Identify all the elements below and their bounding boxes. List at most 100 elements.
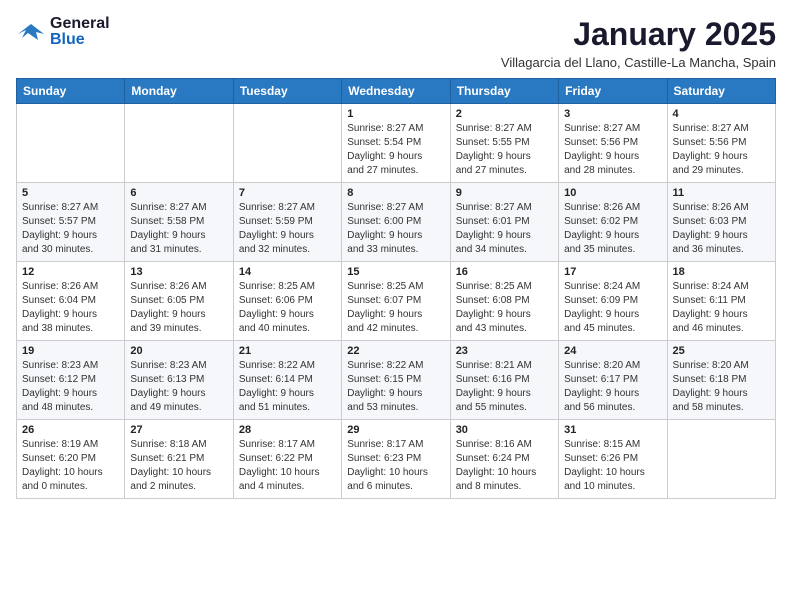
calendar-cell: 21 Sunrise: 8:22 AM Sunset: 6:14 PM Dayli… (233, 341, 341, 420)
calendar-cell (125, 104, 233, 183)
title-block: January 2025 Villagarcia del Llano, Cast… (501, 16, 776, 70)
cell-content: Sunrise: 8:21 AM Sunset: 6:16 PM Dayligh… (456, 359, 553, 415)
calendar-cell: 20 Sunrise: 8:23 AM Sunset: 6:13 PM Dayli… (125, 341, 233, 420)
calendar-cell: 18 Sunrise: 8:24 AM Sunset: 6:11 PM Dayli… (667, 262, 775, 341)
calendar-cell: 7 Sunrise: 8:27 AM Sunset: 5:59 PM Daylig… (233, 183, 341, 262)
month-title: January 2025 (501, 16, 776, 53)
cell-content: Sunrise: 8:22 AM Sunset: 6:14 PM Dayligh… (239, 359, 336, 415)
weekday-header-tuesday: Tuesday (233, 79, 341, 104)
cell-content: Sunrise: 8:27 AM Sunset: 5:59 PM Dayligh… (239, 201, 336, 257)
day-number: 7 (239, 187, 336, 199)
day-number: 3 (564, 108, 661, 120)
calendar-cell: 9 Sunrise: 8:27 AM Sunset: 6:01 PM Daylig… (450, 183, 558, 262)
day-number: 26 (22, 424, 119, 436)
day-number: 12 (22, 266, 119, 278)
cell-content: Sunrise: 8:18 AM Sunset: 6:21 PM Dayligh… (130, 438, 227, 494)
cell-content: Sunrise: 8:26 AM Sunset: 6:02 PM Dayligh… (564, 201, 661, 257)
cell-content: Sunrise: 8:20 AM Sunset: 6:17 PM Dayligh… (564, 359, 661, 415)
day-number: 27 (130, 424, 227, 436)
cell-content: Sunrise: 8:27 AM Sunset: 5:55 PM Dayligh… (456, 122, 553, 178)
cell-content: Sunrise: 8:27 AM Sunset: 6:01 PM Dayligh… (456, 201, 553, 257)
cell-content: Sunrise: 8:26 AM Sunset: 6:04 PM Dayligh… (22, 280, 119, 336)
calendar-cell (233, 104, 341, 183)
cell-content: Sunrise: 8:19 AM Sunset: 6:20 PM Dayligh… (22, 438, 119, 494)
day-number: 11 (673, 187, 770, 199)
logo-blue-text: Blue (50, 32, 110, 48)
calendar-cell: 6Sunrise: 8:27 AM Sunset: 5:58 PM Daylig… (125, 183, 233, 262)
cell-content: Sunrise: 8:16 AM Sunset: 6:24 PM Dayligh… (456, 438, 553, 494)
cell-content: Sunrise: 8:23 AM Sunset: 6:13 PM Dayligh… (130, 359, 227, 415)
calendar-week-row: 5 Sunrise: 8:27 AM Sunset: 5:57 PM Daylig… (17, 183, 776, 262)
calendar-cell: 8 Sunrise: 8:27 AM Sunset: 6:00 PM Daylig… (342, 183, 450, 262)
calendar-cell: 27 Sunrise: 8:18 AM Sunset: 6:21 PM Dayli… (125, 420, 233, 499)
calendar-cell: 19 Sunrise: 8:23 AM Sunset: 6:12 PM Dayli… (17, 341, 125, 420)
cell-content: Sunrise: 8:27 AM Sunset: 5:56 PM Dayligh… (673, 122, 770, 178)
day-number: 28 (239, 424, 336, 436)
day-number: 25 (673, 345, 770, 357)
weekday-header-friday: Friday (559, 79, 667, 104)
calendar-cell: 24 Sunrise: 8:20 AM Sunset: 6:17 PM Dayli… (559, 341, 667, 420)
calendar-cell: 4 Sunrise: 8:27 AM Sunset: 5:56 PM Daylig… (667, 104, 775, 183)
calendar-cell: 29Sunrise: 8:17 AM Sunset: 6:23 PM Dayli… (342, 420, 450, 499)
logo: General Blue (16, 16, 110, 48)
cell-content: Sunrise: 8:25 AM Sunset: 6:06 PM Dayligh… (239, 280, 336, 336)
day-number: 2 (456, 108, 553, 120)
calendar-cell: 22Sunrise: 8:22 AM Sunset: 6:15 PM Dayli… (342, 341, 450, 420)
day-number: 21 (239, 345, 336, 357)
calendar-cell: 3 Sunrise: 8:27 AM Sunset: 5:56 PM Daylig… (559, 104, 667, 183)
weekday-header-thursday: Thursday (450, 79, 558, 104)
cell-content: Sunrise: 8:27 AM Sunset: 5:54 PM Dayligh… (347, 122, 444, 178)
calendar-week-row: 12 Sunrise: 8:26 AM Sunset: 6:04 PM Dayli… (17, 262, 776, 341)
day-number: 18 (673, 266, 770, 278)
day-number: 9 (456, 187, 553, 199)
day-number: 16 (456, 266, 553, 278)
calendar-cell: 23Sunrise: 8:21 AM Sunset: 6:16 PM Dayli… (450, 341, 558, 420)
location-subtitle: Villagarcia del Llano, Castille-La Manch… (501, 55, 776, 70)
cell-content: Sunrise: 8:25 AM Sunset: 6:07 PM Dayligh… (347, 280, 444, 336)
day-number: 6 (130, 187, 227, 199)
calendar-cell: 13Sunrise: 8:26 AM Sunset: 6:05 PM Dayli… (125, 262, 233, 341)
calendar-cell: 16 Sunrise: 8:25 AM Sunset: 6:08 PM Dayli… (450, 262, 558, 341)
weekday-header-wednesday: Wednesday (342, 79, 450, 104)
calendar-cell: 15 Sunrise: 8:25 AM Sunset: 6:07 PM Dayli… (342, 262, 450, 341)
calendar-week-row: 1 Sunrise: 8:27 AM Sunset: 5:54 PM Daylig… (17, 104, 776, 183)
calendar-cell: 28Sunrise: 8:17 AM Sunset: 6:22 PM Dayli… (233, 420, 341, 499)
day-number: 15 (347, 266, 444, 278)
cell-content: Sunrise: 8:24 AM Sunset: 6:09 PM Dayligh… (564, 280, 661, 336)
day-number: 30 (456, 424, 553, 436)
calendar-cell: 17Sunrise: 8:24 AM Sunset: 6:09 PM Dayli… (559, 262, 667, 341)
cell-content: Sunrise: 8:22 AM Sunset: 6:15 PM Dayligh… (347, 359, 444, 415)
day-number: 5 (22, 187, 119, 199)
calendar-cell (667, 420, 775, 499)
calendar-cell: 26 Sunrise: 8:19 AM Sunset: 6:20 PM Dayli… (17, 420, 125, 499)
weekday-header-saturday: Saturday (667, 79, 775, 104)
day-number: 1 (347, 108, 444, 120)
cell-content: Sunrise: 8:25 AM Sunset: 6:08 PM Dayligh… (456, 280, 553, 336)
day-number: 8 (347, 187, 444, 199)
calendar-cell (17, 104, 125, 183)
day-number: 10 (564, 187, 661, 199)
weekday-header-monday: Monday (125, 79, 233, 104)
calendar-cell: 2 Sunrise: 8:27 AM Sunset: 5:55 PM Daylig… (450, 104, 558, 183)
cell-content: Sunrise: 8:27 AM Sunset: 6:00 PM Dayligh… (347, 201, 444, 257)
page-header: General Blue January 2025 Villagarcia de… (16, 16, 776, 70)
day-number: 24 (564, 345, 661, 357)
cell-content: Sunrise: 8:23 AM Sunset: 6:12 PM Dayligh… (22, 359, 119, 415)
logo-general-text: General (50, 16, 110, 32)
cell-content: Sunrise: 8:27 AM Sunset: 5:57 PM Dayligh… (22, 201, 119, 257)
calendar-week-row: 19 Sunrise: 8:23 AM Sunset: 6:12 PM Dayli… (17, 341, 776, 420)
calendar-cell: 11Sunrise: 8:26 AM Sunset: 6:03 PM Dayli… (667, 183, 775, 262)
calendar-cell: 25 Sunrise: 8:20 AM Sunset: 6:18 PM Dayli… (667, 341, 775, 420)
calendar-cell: 14 Sunrise: 8:25 AM Sunset: 6:06 PM Dayli… (233, 262, 341, 341)
day-number: 20 (130, 345, 227, 357)
day-number: 14 (239, 266, 336, 278)
cell-content: Sunrise: 8:27 AM Sunset: 5:56 PM Dayligh… (564, 122, 661, 178)
cell-content: Sunrise: 8:20 AM Sunset: 6:18 PM Dayligh… (673, 359, 770, 415)
logo-text: General Blue (50, 16, 110, 48)
cell-content: Sunrise: 8:17 AM Sunset: 6:23 PM Dayligh… (347, 438, 444, 494)
day-number: 19 (22, 345, 119, 357)
logo-bird-icon (16, 20, 46, 44)
day-number: 4 (673, 108, 770, 120)
cell-content: Sunrise: 8:24 AM Sunset: 6:11 PM Dayligh… (673, 280, 770, 336)
weekday-header-row: SundayMondayTuesdayWednesdayThursdayFrid… (17, 79, 776, 104)
